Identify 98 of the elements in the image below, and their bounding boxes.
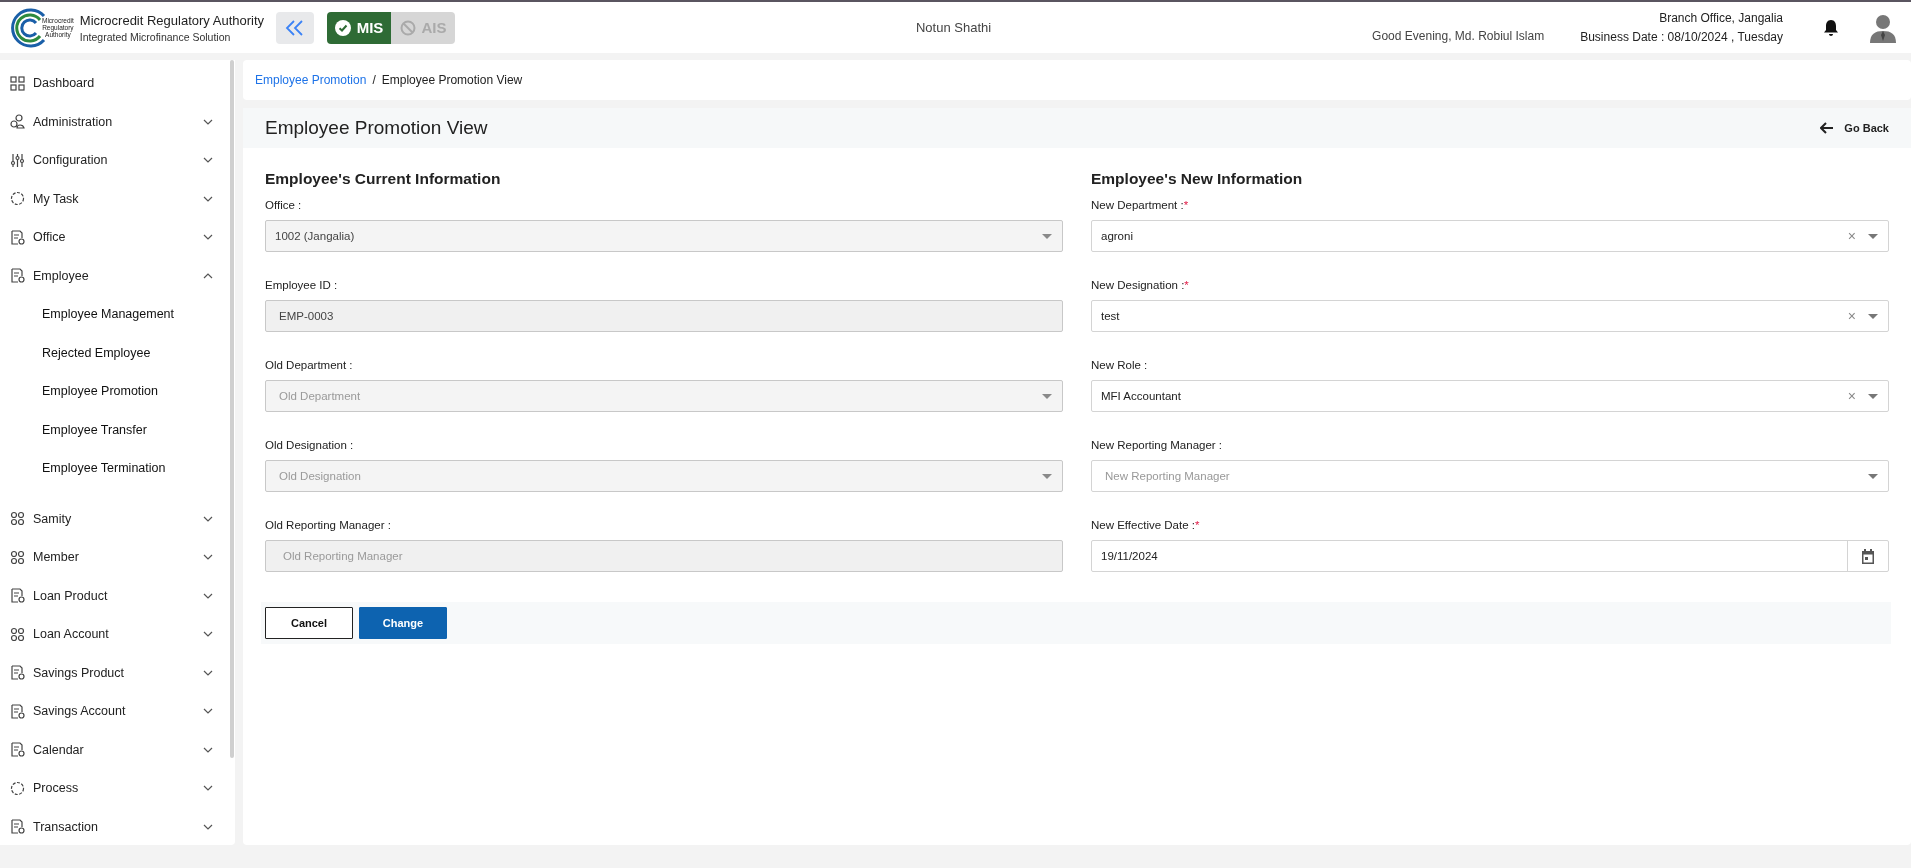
chevron-down-icon: [203, 195, 213, 202]
nav-item[interactable]: Administration: [0, 102, 235, 141]
greeting-text: Good Evening, Md. Robiul Islam: [1372, 29, 1545, 43]
calendar-icon: [1861, 548, 1875, 564]
nav-item[interactable]: Savings Product: [0, 653, 235, 692]
nav-item[interactable]: Office: [0, 218, 235, 257]
breadcrumb-current: Employee Promotion View: [381, 73, 523, 87]
chevron-down-icon: [203, 669, 213, 676]
dropdown-caret-icon: [1868, 393, 1878, 399]
arrow-left-icon: [1820, 122, 1835, 134]
submenu-item[interactable]: Employee Promotion: [0, 372, 235, 411]
document-icon: [10, 665, 25, 681]
nav-item[interactable]: Transaction: [0, 807, 235, 846]
people-icon: [10, 114, 25, 130]
select-field[interactable]: agroni ×: [1091, 220, 1889, 252]
dropdown-caret-icon: [1042, 233, 1052, 239]
chevron-down-icon: [203, 823, 213, 830]
sliders-icon: [10, 152, 25, 168]
field-label: New Department :*: [1091, 199, 1190, 211]
select-field[interactable]: test ×: [1091, 300, 1889, 332]
grid-icon: [10, 75, 25, 91]
user-avatar-icon[interactable]: [1869, 12, 1897, 43]
chevron-up-icon: [203, 272, 213, 279]
chevron-down-icon: [203, 515, 213, 522]
scrollbar[interactable]: [230, 60, 234, 758]
clear-icon[interactable]: ×: [1847, 388, 1856, 404]
org-subtitle: Integrated Microfinance Solution: [79, 30, 232, 43]
dropdown-caret-icon: [1042, 393, 1052, 399]
document-icon: [10, 819, 25, 835]
field-label: New Role :: [1091, 359, 1149, 371]
document-icon: [10, 268, 25, 284]
field-label: Old Reporting Manager :: [265, 519, 392, 531]
module-tab[interactable]: MIS: [327, 11, 392, 44]
nav-item[interactable]: Samity: [0, 499, 235, 538]
page-title: Employee Promotion View: [265, 117, 488, 139]
nav-item[interactable]: Process: [0, 769, 235, 808]
field-label: Office :: [265, 199, 303, 211]
nav-item[interactable]: My Task: [0, 179, 235, 218]
dropdown-caret-icon: [1868, 473, 1878, 479]
dashed-circle-icon: [10, 780, 25, 796]
chevron-down-icon: [203, 631, 213, 638]
submenu-item[interactable]: Employee Transfer: [0, 410, 235, 449]
nav-item[interactable]: Loan Product: [0, 576, 235, 615]
org-title: Microcredit Regulatory Authority: [79, 12, 265, 28]
nav-item[interactable]: Employee: [0, 256, 235, 295]
branch-name: Branch Office, Jangalia: [1658, 9, 1783, 27]
field-label: Old Department :: [265, 359, 354, 371]
app-name: Notun Shathi: [915, 20, 993, 35]
nav-item[interactable]: Savings Account: [0, 692, 235, 731]
clear-icon[interactable]: ×: [1847, 308, 1856, 324]
date-field[interactable]: 19/11/2024: [1091, 540, 1889, 572]
check-circle-icon: [334, 19, 351, 36]
nav-item[interactable]: Configuration: [0, 141, 235, 180]
blocked-circle-icon: [399, 19, 416, 36]
double-chevron-left-icon: [285, 18, 306, 37]
dropdown-caret-icon: [1868, 313, 1878, 319]
chevron-down-icon: [203, 592, 213, 599]
nav-item[interactable]: Loan Account: [0, 615, 235, 654]
field-label: New Effective Date :*: [1091, 519, 1201, 531]
dropdown-caret-icon: [1042, 473, 1052, 479]
change-button[interactable]: Change: [359, 607, 447, 639]
nav-item[interactable]: Calendar: [0, 730, 235, 769]
section-title: Employee's Current Information: [265, 170, 502, 188]
select-field[interactable]: MFI Accountant ×: [1091, 380, 1889, 412]
breadcrumb-link[interactable]: Employee Promotion: [255, 73, 367, 87]
chevron-down-icon: [203, 554, 213, 561]
bell-icon[interactable]: [1823, 18, 1839, 37]
group-icon: [10, 549, 25, 565]
cancel-button[interactable]: Cancel: [265, 607, 353, 639]
field-label: Old Designation :: [265, 439, 355, 451]
submenu-item[interactable]: Employee Termination: [0, 449, 235, 488]
submenu-item[interactable]: Employee Management: [0, 295, 235, 334]
nav-item[interactable]: Member: [0, 538, 235, 577]
nav-item[interactable]: Dashboard: [0, 64, 235, 103]
document-icon: [10, 588, 25, 604]
document-icon: [10, 229, 25, 245]
field-label: Employee ID :: [265, 279, 339, 291]
clear-icon[interactable]: ×: [1847, 228, 1856, 244]
chevron-down-icon: [203, 708, 213, 715]
dropdown-caret-icon: [1868, 233, 1878, 239]
dashed-circle-icon: [10, 191, 25, 207]
section-title: Employee's New Information: [1091, 170, 1304, 188]
chevron-down-icon: [203, 234, 213, 241]
chevron-down-icon: [203, 785, 213, 792]
chevron-down-icon: [203, 118, 213, 125]
breadcrumb-separator: /: [372, 73, 376, 87]
group-icon: [10, 626, 25, 642]
collapse-button[interactable]: [276, 11, 315, 44]
submenu-item[interactable]: Rejected Employee: [0, 333, 235, 372]
group-icon: [10, 511, 25, 527]
business-date: Business Date : 08/10/2024 , Tuesday: [1580, 28, 1783, 46]
chevron-down-icon: [203, 746, 213, 753]
go-back-button[interactable]: Go Back: [1820, 122, 1889, 134]
document-icon: [10, 742, 25, 758]
field-label: New Designation :*: [1091, 279, 1190, 291]
field-label: New Reporting Manager :: [1091, 439, 1224, 451]
chevron-down-icon: [203, 157, 213, 164]
document-icon: [10, 703, 25, 719]
